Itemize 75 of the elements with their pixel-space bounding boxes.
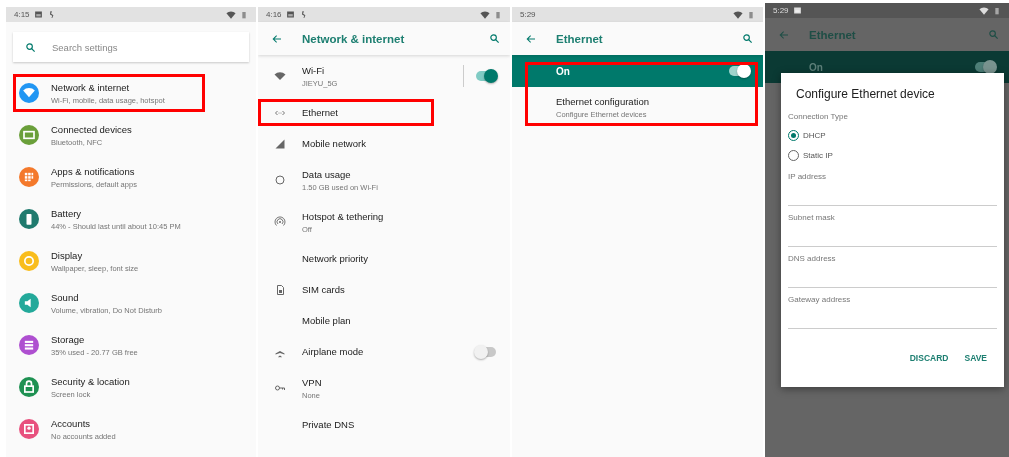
image-icon (33, 10, 43, 19)
image-icon (285, 10, 295, 19)
image-icon (792, 6, 802, 15)
battery-icon (494, 9, 502, 20)
item-title: Ethernet configuration (556, 95, 649, 107)
item-title: VPN (302, 376, 322, 388)
item-title: Airplane mode (302, 346, 364, 357)
switch-label: On (809, 61, 823, 73)
item-title: Accounts (51, 417, 92, 429)
dialog-button[interactable]: SAVE (958, 349, 993, 367)
item-title: Mobile network (302, 138, 366, 149)
wifi-icon (226, 9, 236, 20)
dialog-title: Configure Ethernet device (796, 87, 936, 101)
item-title: Display (51, 249, 84, 261)
toggle-switch[interactable] (729, 66, 749, 76)
item-title: Connected devices (51, 123, 132, 135)
toggle-switch[interactable] (476, 71, 496, 81)
settings-item[interactable]: Ethernet (258, 99, 434, 126)
wifi-icon (733, 9, 743, 20)
wifi-icon (979, 5, 989, 16)
input-field[interactable]: Gateway address (788, 291, 997, 329)
settings-item[interactable]: SIM cards (258, 274, 510, 305)
item-title: Storage (51, 333, 86, 345)
sim-card-icon (274, 283, 286, 296)
item-title: Network & internet (51, 81, 131, 93)
clock-time: 4:15 (14, 10, 30, 19)
settings-item[interactable]: Network priority (258, 243, 510, 274)
settings-item[interactable]: Private DNS (258, 409, 510, 440)
item-title: Private DNS (302, 419, 355, 430)
switch-bar[interactable]: On (512, 55, 763, 87)
clock-time: 4:16 (266, 10, 282, 19)
item-title: SIM cards (302, 284, 345, 295)
settings-item[interactable]: Airplane mode (258, 336, 510, 367)
battery-icon (993, 5, 1001, 16)
back-arrow-icon (778, 28, 790, 41)
signal-icon (274, 137, 286, 150)
back-arrow-icon (271, 32, 283, 45)
radio-label: DHCP (803, 130, 826, 140)
clock-time: 5:29 (520, 10, 536, 19)
screen-title: Ethernet (556, 32, 603, 45)
item-title: Wi-Fi (302, 64, 326, 76)
settings-item[interactable]: Mobile network (258, 128, 510, 159)
search-icon (489, 33, 500, 44)
item-title: Mobile plan (302, 315, 351, 326)
hotspot-icon (274, 216, 286, 228)
item-title: Ethernet (302, 107, 338, 118)
switch-label: On (556, 65, 570, 77)
search-icon (988, 29, 999, 40)
key-icon (274, 382, 286, 394)
clock-time: 5:29 (773, 6, 789, 15)
battery-icon (240, 9, 248, 20)
wifi-icon (480, 9, 490, 20)
item-title: Battery (51, 207, 83, 219)
battery-icon (747, 9, 755, 20)
section-label: Connection Type (788, 112, 849, 121)
screen-title: Network & internet (302, 32, 405, 45)
toggle-switch[interactable] (476, 346, 496, 357)
item-title: Apps & notifications (51, 165, 136, 177)
item-title: Sound (51, 291, 80, 303)
item-title: Data usage (302, 168, 352, 180)
input-field[interactable]: IP address (788, 168, 997, 206)
input-field[interactable]: DNS address (788, 250, 997, 288)
input-field[interactable]: Subnet mask (788, 209, 997, 247)
radio-label: Static IP (803, 150, 833, 160)
circle-icon (274, 174, 286, 186)
search-field[interactable]: Search settings (13, 32, 249, 62)
settings-item[interactable]: Mobile plan (258, 305, 510, 336)
dialog-button[interactable]: DISCARD (903, 349, 955, 367)
back-arrow-icon (525, 32, 537, 45)
wifi-icon (274, 70, 286, 82)
screen-title: Ethernet (809, 28, 856, 41)
item-title: Security & location (51, 375, 130, 387)
search-icon (742, 33, 753, 44)
item-title: Network priority (302, 253, 368, 264)
item-title: Hotspot & tethering (302, 210, 384, 222)
